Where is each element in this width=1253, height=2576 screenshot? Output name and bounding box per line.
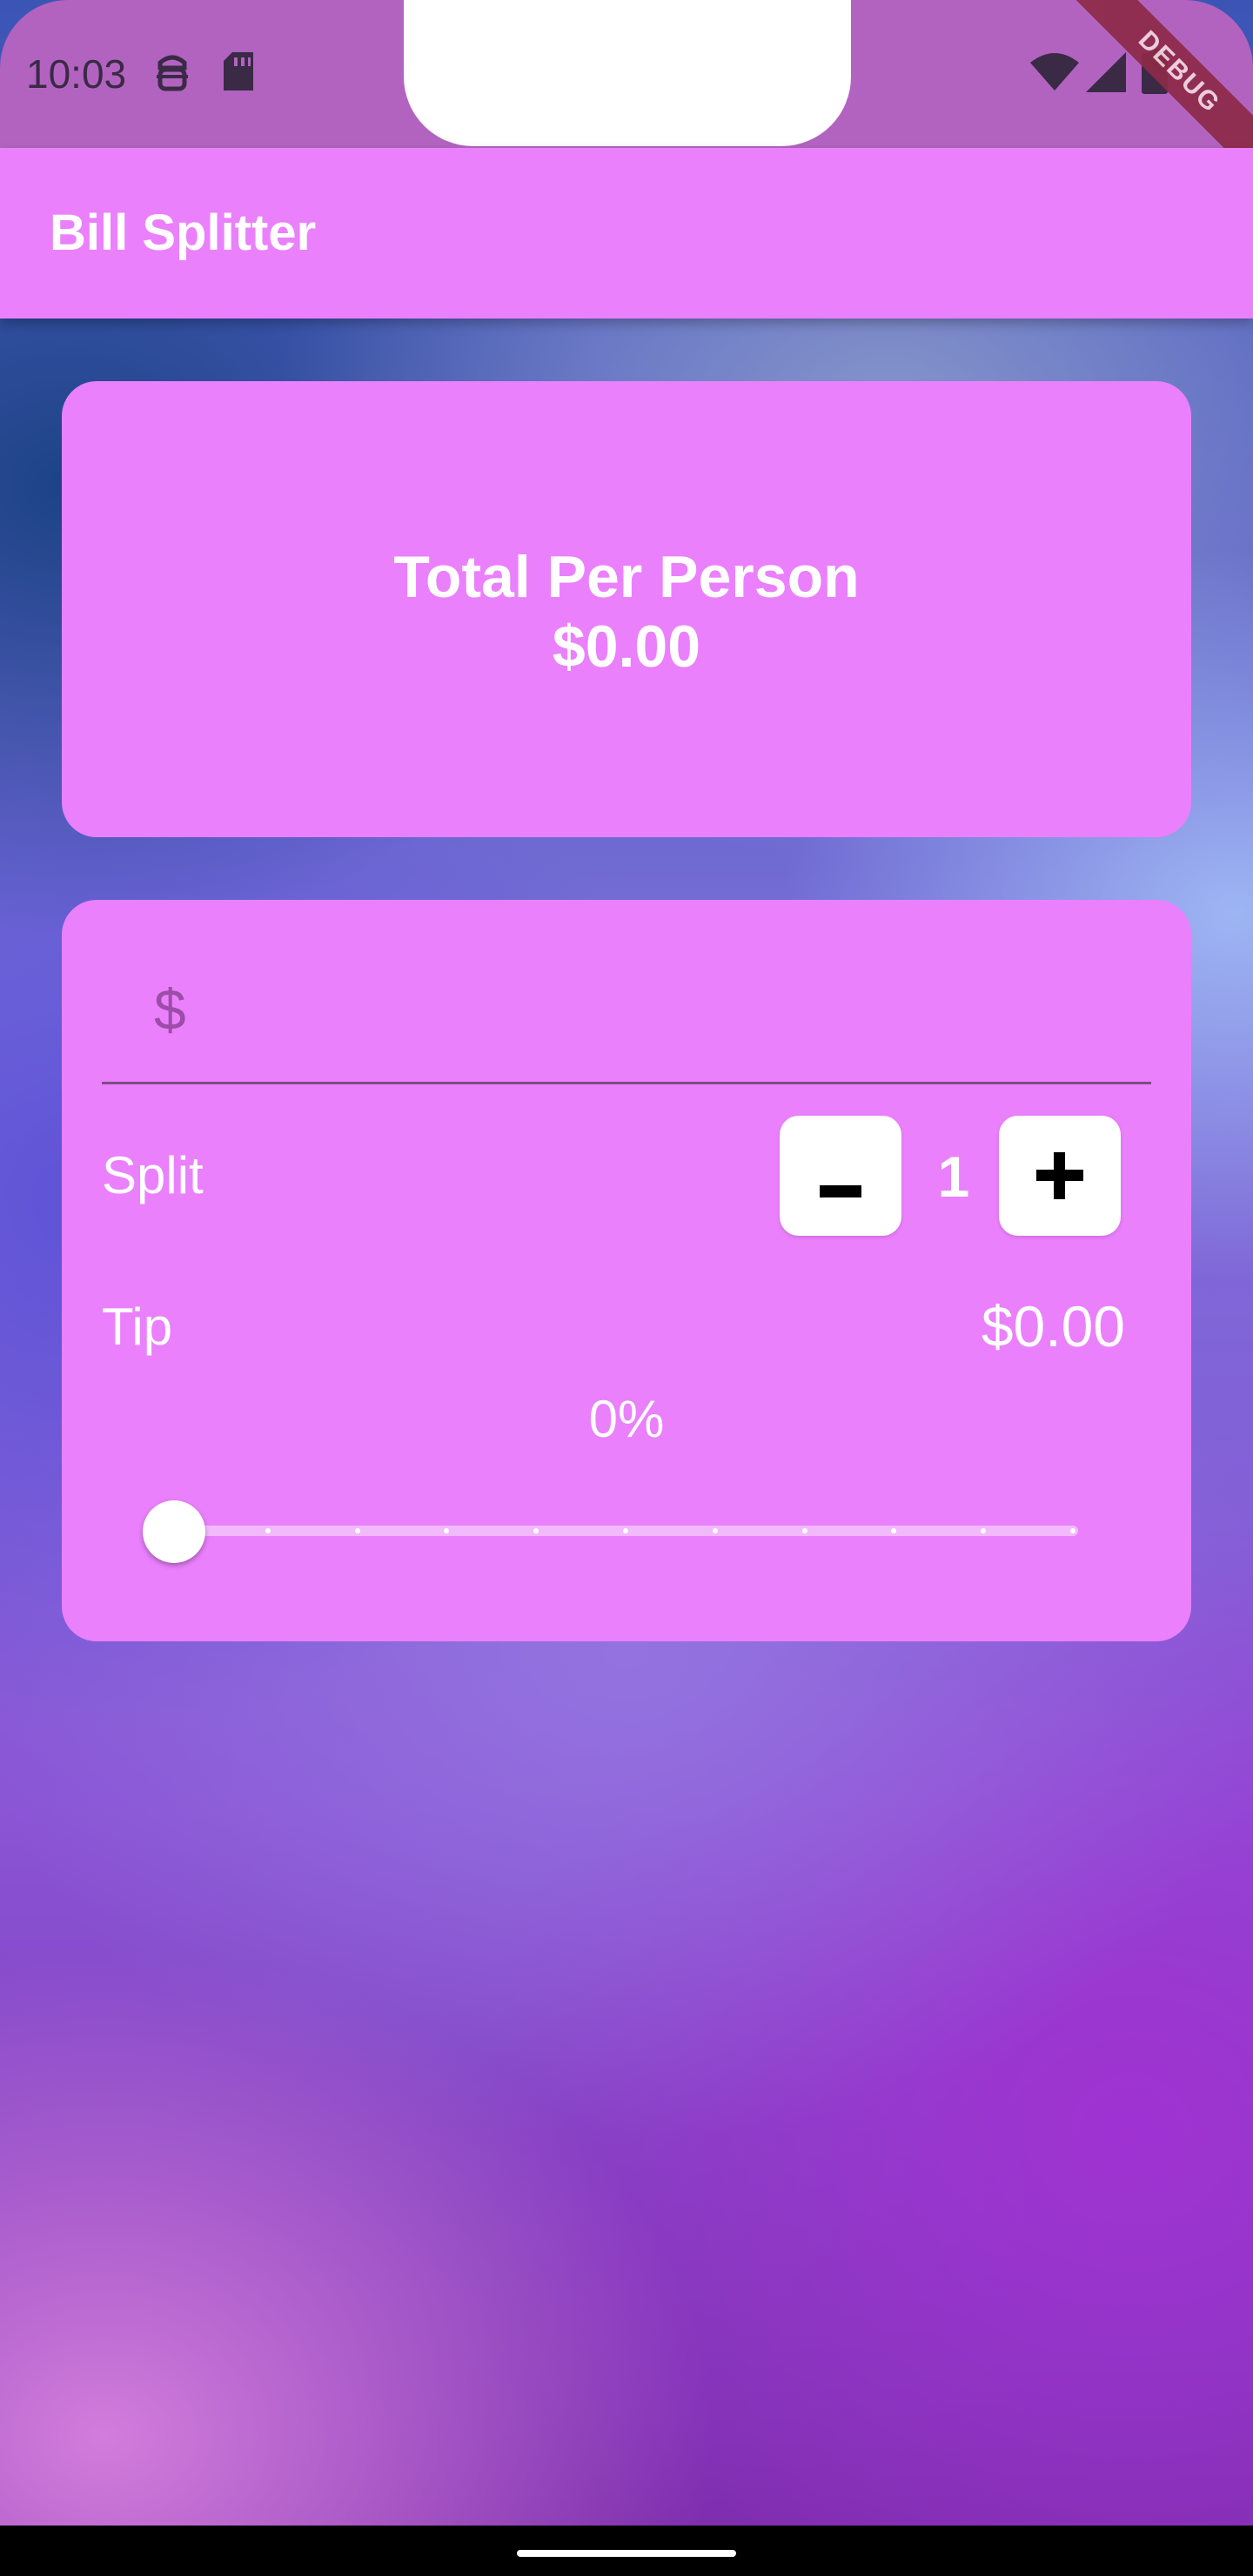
home-indicator[interactable] xyxy=(517,2550,736,2557)
app-title: Bill Splitter xyxy=(50,205,317,261)
slider-division-tick xyxy=(891,1528,897,1533)
bill-amount-input[interactable] xyxy=(210,969,1080,1048)
app-screen: 10:03 DEBUG Bill Splitter Total Per Pers… xyxy=(0,0,1253,2576)
decrement-split-button[interactable] xyxy=(780,1116,901,1236)
total-per-person-card: Total Per Person $0.00 xyxy=(62,381,1191,837)
tip-percent: 0% xyxy=(588,1390,665,1448)
tip-slider-thumb[interactable] xyxy=(143,1500,205,1563)
slider-division-tick xyxy=(1070,1528,1075,1533)
sd-card-icon xyxy=(222,50,255,97)
status-time: 10:03 xyxy=(26,51,127,97)
android-debug-icon xyxy=(155,50,190,97)
split-label: Split xyxy=(102,1146,204,1204)
increment-split-button[interactable] xyxy=(999,1116,1121,1236)
slider-division-tick xyxy=(354,1528,360,1533)
slider-division-tick xyxy=(623,1528,628,1533)
cell-signal-icon xyxy=(1086,52,1126,97)
input-underline xyxy=(102,1082,1151,1084)
currency-prefix: $ xyxy=(154,977,186,1042)
total-per-person-amount: $0.00 xyxy=(552,614,701,680)
bill-input-card: $ Split 1 Tip $0.00 0% xyxy=(62,900,1191,1641)
total-per-person-display: Total Per Person $0.00 xyxy=(62,542,1191,681)
app-bar: Bill Splitter xyxy=(0,148,1253,319)
camera-notch xyxy=(404,0,851,146)
slider-division-tick xyxy=(533,1528,539,1533)
slider-division-tick xyxy=(712,1528,718,1533)
status-bar: 10:03 DEBUG xyxy=(0,0,1253,190)
wifi-icon xyxy=(1030,52,1079,95)
slider-division-tick xyxy=(265,1528,271,1533)
minus-icon xyxy=(820,1185,861,1197)
split-count: 1 xyxy=(937,1144,970,1209)
total-per-person-label: Total Per Person xyxy=(393,544,860,610)
tip-label: Tip xyxy=(102,1298,173,1356)
slider-division-tick xyxy=(981,1528,987,1533)
tip-slider-track[interactable] xyxy=(173,1526,1078,1536)
slider-division-tick xyxy=(801,1528,807,1533)
plus-icon xyxy=(1036,1152,1083,1199)
tip-amount: $0.00 xyxy=(981,1294,1125,1358)
slider-division-tick xyxy=(444,1528,450,1533)
